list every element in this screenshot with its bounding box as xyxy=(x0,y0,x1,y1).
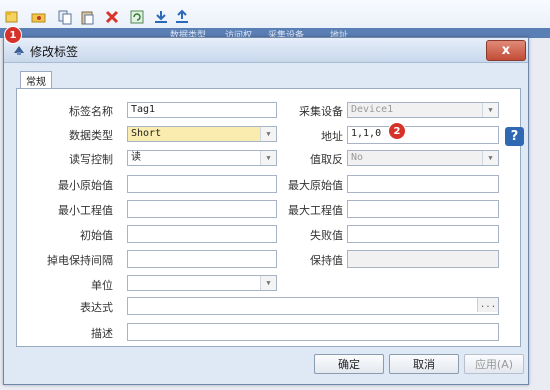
apply-button[interactable]: 应用(A) xyxy=(464,354,524,374)
dialog-titlebar[interactable]: 修改标签 x xyxy=(4,38,528,63)
eng-max-input[interactable] xyxy=(347,200,499,218)
tag-name-input[interactable]: Tag1 xyxy=(127,102,277,118)
raw-max-input[interactable] xyxy=(347,175,499,193)
address-label: 地址 xyxy=(321,130,343,143)
raw-min-label: 最小原始值 xyxy=(58,179,113,192)
initial-value-label: 初始值 xyxy=(80,229,113,242)
open-icon[interactable] xyxy=(31,9,47,25)
initial-value-input[interactable] xyxy=(127,225,277,243)
eng-min-label: 最小工程值 xyxy=(58,204,113,217)
device-label: 采集设备 xyxy=(299,105,343,118)
dialog-title: 修改标签 xyxy=(30,45,79,59)
hold-value-label: 保持值 xyxy=(310,254,343,267)
unit-label: 单位 xyxy=(91,279,113,292)
import-icon[interactable] xyxy=(153,9,169,25)
new-icon[interactable] xyxy=(4,9,20,25)
cancel-button[interactable]: 取消 xyxy=(389,354,459,374)
expression-label: 表达式 xyxy=(80,301,113,314)
close-button[interactable]: x xyxy=(486,40,526,61)
power-hold-label: 掉电保持间隔 xyxy=(47,254,113,267)
rw-control-label: 读写控制 xyxy=(69,153,113,166)
eng-min-input[interactable] xyxy=(127,200,277,218)
address-input[interactable]: 1,1,0 xyxy=(347,126,499,144)
rw-control-value: 读 xyxy=(131,152,141,163)
fail-value-label: 失败值 xyxy=(310,229,343,242)
eng-max-label: 最大工程值 xyxy=(288,204,343,217)
dialog-app-icon xyxy=(12,43,26,57)
chevron-down-icon[interactable]: ▼ xyxy=(482,103,498,117)
modify-tag-dialog: 修改标签 x 常规 标签名称 Tag1 数据类型 Short ▼ 读写控制 读 … xyxy=(3,37,529,385)
refresh-icon[interactable] xyxy=(129,9,145,25)
browse-button[interactable]: ... xyxy=(477,298,498,312)
description-label: 描述 xyxy=(91,327,113,340)
export-icon[interactable] xyxy=(174,9,190,25)
invert-label: 值取反 xyxy=(310,153,343,166)
annotation-badge: 2 xyxy=(388,122,406,140)
tab-general[interactable]: 常规 xyxy=(20,71,52,89)
data-type-label: 数据类型 xyxy=(69,129,113,142)
hold-value-input[interactable] xyxy=(347,250,499,268)
tag-name-label: 标签名称 xyxy=(69,105,113,118)
device-value: Device1 xyxy=(351,104,394,115)
data-type-value: Short xyxy=(131,128,162,139)
description-input[interactable] xyxy=(127,323,499,341)
general-panel: 标签名称 Tag1 数据类型 Short ▼ 读写控制 读 ▼ 最小原始值 最小… xyxy=(16,88,521,347)
copy-icon[interactable] xyxy=(57,9,73,25)
fail-value-input[interactable] xyxy=(347,225,499,243)
delete-icon[interactable] xyxy=(104,9,120,25)
annotation-badge: 1 xyxy=(4,26,22,44)
rw-control-select[interactable]: 读 ▼ xyxy=(127,150,277,166)
unit-select[interactable]: ▼ xyxy=(127,275,277,291)
invert-select[interactable]: No ▼ xyxy=(347,150,499,166)
power-hold-input[interactable] xyxy=(127,250,277,268)
chevron-down-icon[interactable]: ▼ xyxy=(260,276,276,290)
raw-max-label: 最大原始值 xyxy=(288,179,343,192)
raw-min-input[interactable] xyxy=(127,175,277,193)
chevron-down-icon[interactable]: ▼ xyxy=(482,151,498,165)
data-type-select[interactable]: Short ▼ xyxy=(127,126,277,142)
expression-input[interactable]: ... xyxy=(127,297,499,315)
invert-value: No xyxy=(351,152,364,163)
ok-button[interactable]: 确定 xyxy=(314,354,384,374)
help-button[interactable]: ? xyxy=(505,127,524,146)
paste-icon[interactable] xyxy=(79,9,95,25)
device-select[interactable]: Device1 ▼ xyxy=(347,102,499,118)
